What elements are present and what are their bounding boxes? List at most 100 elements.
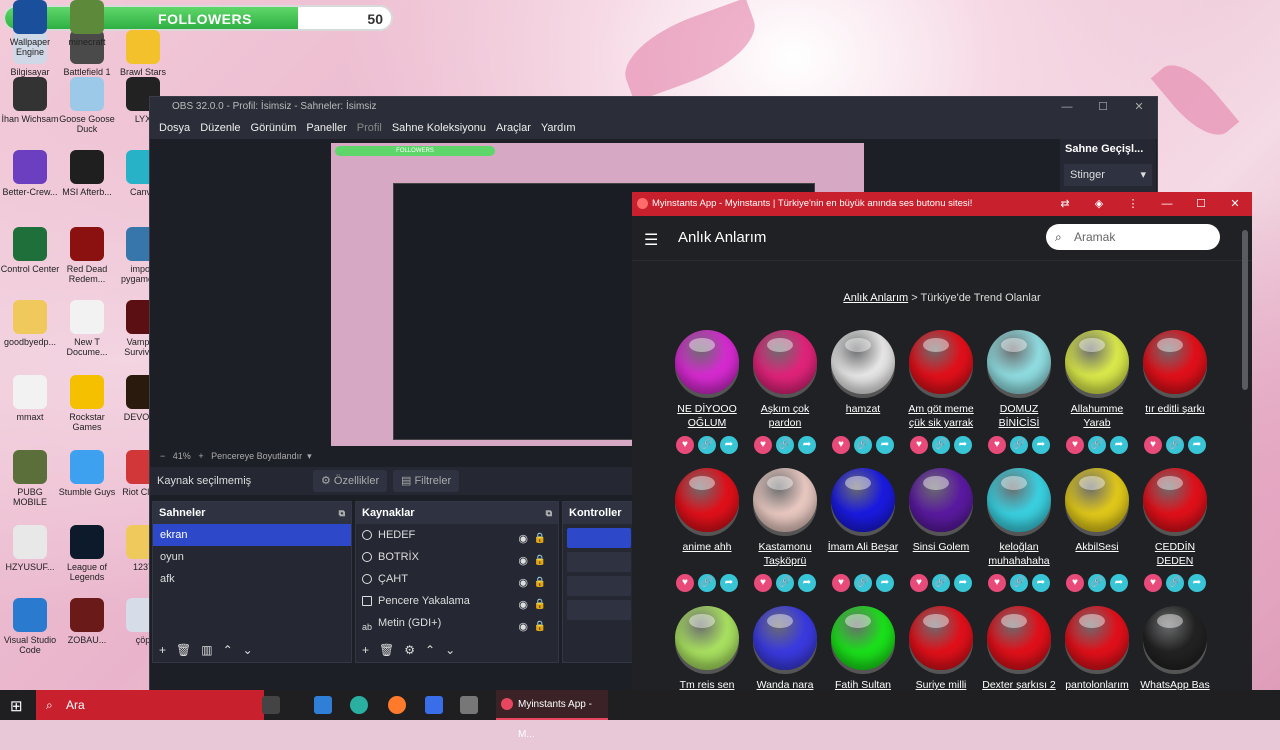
heart-icon[interactable]: ♥ xyxy=(1144,436,1162,454)
link-icon[interactable]: 🔗 xyxy=(776,574,794,592)
arrow-up-icon[interactable]: ⌃ xyxy=(425,638,435,662)
desktop-shortcut[interactable]: League of Legends xyxy=(57,525,117,582)
play-sound-button[interactable] xyxy=(987,330,1051,394)
desktop-shortcut[interactable]: Better-Crew... xyxy=(0,150,60,197)
instant-name-link[interactable]: Kastamonu Taşköprü xyxy=(746,540,824,568)
firefox-icon[interactable] xyxy=(388,696,406,714)
edge-icon[interactable] xyxy=(350,696,368,714)
share-icon[interactable]: ➦ xyxy=(954,436,972,454)
menu-profil[interactable]: Profil xyxy=(352,117,387,139)
menu-dosya[interactable]: Dosya xyxy=(154,117,195,139)
link-icon[interactable]: 🔗 xyxy=(854,574,872,592)
instant-name-link[interactable]: Aşkım çok pardon xyxy=(746,402,824,430)
lock-icon[interactable]: 🔒 xyxy=(534,616,546,638)
heart-icon[interactable]: ♥ xyxy=(832,436,850,454)
link-icon[interactable]: 🔗 xyxy=(932,436,950,454)
dock-float-icon[interactable]: ⧉ xyxy=(339,502,345,524)
filters-button[interactable]: ▤ Filtreler xyxy=(393,470,460,492)
share-icon[interactable]: ➦ xyxy=(876,574,894,592)
dock-float-icon[interactable]: ⧉ xyxy=(546,502,552,524)
gear-icon[interactable]: ⚙ xyxy=(404,638,415,662)
play-sound-button[interactable] xyxy=(675,330,739,394)
instant-name-link[interactable]: NE DİYOOO OĞLUM xyxy=(668,402,746,430)
arrow-down-icon[interactable]: ⌄ xyxy=(243,638,253,662)
play-sound-button[interactable] xyxy=(753,468,817,532)
link-icon[interactable]: 🔗 xyxy=(1088,574,1106,592)
play-sound-button[interactable] xyxy=(987,606,1051,670)
minimize-icon[interactable]: — xyxy=(1150,192,1184,216)
instant-name-link[interactable]: anime ahh xyxy=(668,540,746,568)
minimize-icon[interactable]: — xyxy=(1049,97,1085,117)
share-icon[interactable]: ➦ xyxy=(798,574,816,592)
share-icon[interactable]: ➦ xyxy=(720,436,738,454)
link-icon[interactable]: 🔗 xyxy=(854,436,872,454)
close-icon[interactable]: ✕ xyxy=(1218,192,1252,216)
share-icon[interactable]: ➦ xyxy=(1110,574,1128,592)
heart-icon[interactable]: ♥ xyxy=(988,436,1006,454)
heart-icon[interactable]: ♥ xyxy=(910,436,928,454)
link-icon[interactable]: 🔗 xyxy=(1010,436,1028,454)
close-icon[interactable]: ✕ xyxy=(1121,97,1157,117)
studio-mode-button[interactable] xyxy=(567,600,631,620)
play-sound-button[interactable] xyxy=(909,330,973,394)
instant-name-link[interactable]: AkbilSesi xyxy=(1058,540,1136,568)
desktop-shortcut[interactable]: MSI Afterb... xyxy=(57,150,117,197)
share-icon[interactable]: ➦ xyxy=(798,436,816,454)
play-sound-button[interactable] xyxy=(831,330,895,394)
desktop-shortcut[interactable]: New T Docume... xyxy=(57,300,117,357)
play-sound-button[interactable] xyxy=(909,606,973,670)
arrow-up-icon[interactable]: ⌃ xyxy=(223,638,233,662)
properties-button[interactable]: ⚙ Özellikler xyxy=(313,470,388,492)
instant-name-link[interactable]: tır editli şarkı xyxy=(1136,402,1214,430)
heart-icon[interactable]: ♥ xyxy=(832,574,850,592)
instant-name-link[interactable]: keloğlan muhahahaha xyxy=(980,540,1058,568)
transition-select[interactable]: Stinger ▾ xyxy=(1064,164,1152,186)
desktop-shortcut[interactable]: Goose Goose Duck xyxy=(57,77,117,134)
instant-name-link[interactable]: Am göt meme çük sik yarrak xyxy=(902,402,980,430)
hamburger-menu-icon[interactable]: ☰ xyxy=(644,230,658,250)
desktop-shortcut[interactable]: goodbyedp... xyxy=(0,300,60,347)
instant-name-link[interactable]: hamzat xyxy=(824,402,902,430)
heart-icon[interactable]: ♥ xyxy=(754,436,772,454)
menu-gorunum[interactable]: Görünüm xyxy=(246,117,302,139)
link-icon[interactable]: 🔗 xyxy=(698,574,716,592)
pen-icon[interactable] xyxy=(460,696,478,714)
myinstants-window[interactable]: Myinstants App - Myinstants | Türkiye'ni… xyxy=(632,192,1252,720)
play-sound-button[interactable] xyxy=(1143,606,1207,670)
instant-name-link[interactable]: İmam Ali Beşar xyxy=(824,540,902,568)
source-item[interactable]: Pencere Yakalama ◉ 🔒 xyxy=(356,590,558,612)
play-sound-button[interactable] xyxy=(1143,468,1207,532)
desktop-shortcut[interactable]: Wallpaper Engine xyxy=(0,0,60,57)
source-item[interactable]: ab Metin (GDI+) ◉ 🔒 xyxy=(356,612,558,634)
share-icon[interactable]: ➦ xyxy=(954,574,972,592)
virtual-camera-button[interactable] xyxy=(567,576,631,596)
play-sound-button[interactable] xyxy=(831,468,895,532)
share-icon[interactable]: ➦ xyxy=(1188,574,1206,592)
desktop-shortcut[interactable]: Control Center xyxy=(0,227,60,274)
scene-item-oyun[interactable]: oyun xyxy=(153,546,351,568)
scene-item-ekran[interactable]: ekran xyxy=(153,524,351,546)
menu-paneller[interactable]: Paneller xyxy=(301,117,351,139)
desktop-shortcut[interactable]: Visual Studio Code xyxy=(0,598,60,655)
play-sound-button[interactable] xyxy=(675,468,739,532)
heart-icon[interactable]: ♥ xyxy=(1066,436,1084,454)
heart-icon[interactable]: ♥ xyxy=(1144,574,1162,592)
maximize-icon[interactable]: ☐ xyxy=(1184,192,1218,216)
start-recording-button[interactable] xyxy=(567,552,631,572)
extension-icon[interactable]: ◈ xyxy=(1082,192,1116,216)
link-icon[interactable]: 🔗 xyxy=(1088,436,1106,454)
source-item[interactable]: BOTRİX ◉ 🔒 xyxy=(356,546,558,568)
desktop-shortcut[interactable]: Rockstar Games xyxy=(57,375,117,432)
store-icon[interactable] xyxy=(425,696,443,714)
link-icon[interactable]: 🔗 xyxy=(1166,574,1184,592)
play-sound-button[interactable] xyxy=(753,330,817,394)
play-sound-button[interactable] xyxy=(753,606,817,670)
menu-sahne-koleksiyonu[interactable]: Sahne Koleksiyonu xyxy=(387,117,491,139)
play-sound-button[interactable] xyxy=(1065,606,1129,670)
translate-icon[interactable]: ⇄ xyxy=(1048,192,1082,216)
scrollbar[interactable] xyxy=(1242,230,1248,390)
instant-name-link[interactable]: Allahumme Yarab xyxy=(1058,402,1136,430)
desktop-shortcut[interactable]: PUBG MOBILE xyxy=(0,450,60,507)
taskbar-app-myinstants[interactable]: Myinstants App - M... xyxy=(496,690,608,740)
desktop-shortcut[interactable]: ZOBAU... xyxy=(57,598,117,645)
